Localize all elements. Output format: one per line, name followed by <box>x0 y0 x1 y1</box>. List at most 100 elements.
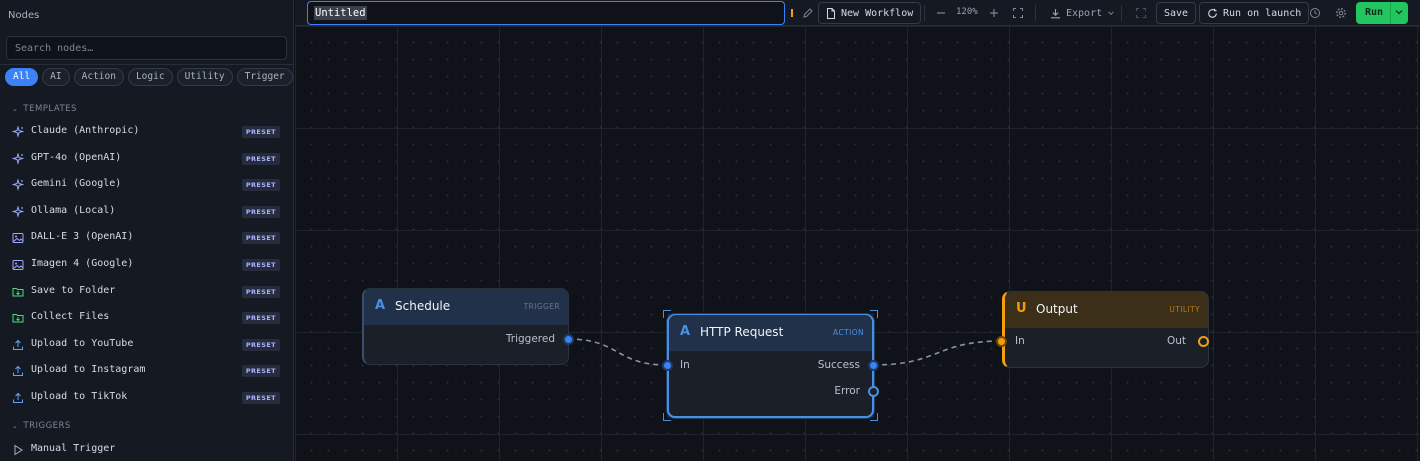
output-port-out[interactable] <box>1198 336 1209 347</box>
sidebar-node-item[interactable]: Save to Folder PRESET <box>0 279 293 305</box>
save-label: Save <box>1164 7 1189 19</box>
run-label: Run <box>1365 7 1384 18</box>
node-http-request[interactable]: A HTTP Request ACTION In Success Error <box>662 314 879 418</box>
selection-handle[interactable] <box>870 413 878 421</box>
settings-gear-icon[interactable] <box>1335 7 1347 19</box>
divider <box>1035 5 1036 21</box>
run-on-launch-toggle[interactable]: Run on launch <box>1199 2 1310 24</box>
sidebar-node-item[interactable]: Upload to TikTok PRESET <box>0 385 293 411</box>
new-workflow-button[interactable]: New Workflow <box>818 2 922 24</box>
node-category-tag: UTILITY <box>1169 305 1200 314</box>
sidebar-node-item[interactable]: Claude (Anthropic) PRESET <box>0 119 293 145</box>
input-port-in[interactable] <box>996 336 1007 347</box>
sidebar-node-item[interactable]: Gemini (Google) PRESET <box>0 172 293 198</box>
sidebar-title: Nodes <box>8 10 40 21</box>
fullscreen-icon[interactable] <box>1135 7 1147 19</box>
fit-view-icon[interactable] <box>1012 7 1024 19</box>
preset-badge: PRESET <box>241 259 280 271</box>
input-port-in[interactable] <box>662 360 673 371</box>
category-filters: All AI Action Logic Utility Trigger <box>5 68 293 86</box>
preset-badge: PRESET <box>241 338 280 351</box>
history-icon[interactable] <box>1309 7 1321 19</box>
export-button[interactable]: Export <box>1043 2 1122 24</box>
sidebar-node-label: Collect Files <box>31 311 110 323</box>
folder-icon <box>12 287 24 297</box>
preset-badge: PRESET <box>241 205 280 218</box>
upload-icon <box>13 392 23 403</box>
filter-chip-logic[interactable]: Logic <box>127 68 173 86</box>
section-header-templates[interactable]: ⌄ TEMPLATES <box>12 104 77 114</box>
node-type-icon: A <box>375 298 386 313</box>
sparkles-icon <box>12 126 24 138</box>
sidebar-node-label: Imagen 4 (Google) <box>31 258 134 269</box>
sidebar-node-label: Manual Trigger <box>31 443 116 454</box>
export-label: Export <box>1066 7 1103 19</box>
sidebar-node-item[interactable]: Upload to Instagram PRESET <box>0 358 293 384</box>
output-port-success[interactable] <box>868 360 879 371</box>
node-category-tag: ACTION <box>833 328 864 337</box>
workflow-title-input[interactable] <box>307 1 785 25</box>
selection-handle[interactable] <box>870 310 878 318</box>
sidebar-node-label: Save to Folder <box>31 284 116 296</box>
filter-chip-trigger[interactable]: Trigger <box>236 68 293 86</box>
search-nodes-input[interactable] <box>6 36 287 60</box>
run-button[interactable]: Run <box>1356 2 1408 24</box>
sidebar-node-item[interactable]: GPT-4o (OpenAI) PRESET <box>0 146 293 172</box>
play-icon <box>14 444 23 456</box>
top-toolbar: Untitled New Workflow 120% Export Save <box>295 0 1420 26</box>
zoom-in-icon[interactable] <box>988 7 1000 19</box>
section-label: TRIGGERS <box>23 421 71 431</box>
preset-badge: PRESET <box>241 312 280 325</box>
filter-chip-all[interactable]: All <box>5 68 39 86</box>
save-button[interactable]: Save <box>1156 2 1197 24</box>
section-header-triggers[interactable]: ⌄ TRIGGERS <box>12 421 71 431</box>
node-header[interactable]: A Schedule TRIGGER <box>364 289 568 325</box>
selection-handle[interactable] <box>663 310 671 318</box>
filter-chip-utility[interactable]: Utility <box>176 68 233 86</box>
node-header[interactable]: A HTTP Request ACTION <box>669 315 872 351</box>
chevron-down-icon <box>1108 11 1114 16</box>
sparkles-icon <box>12 179 24 192</box>
port-label-in: In <box>680 359 690 371</box>
preset-badge: PRESET <box>241 392 280 404</box>
sidebar-node-item[interactable]: Imagen 4 (Google) PRESET <box>0 252 293 278</box>
image-icon <box>12 233 24 244</box>
sidebar-node-item[interactable]: Upload to YouTube PRESET <box>0 332 293 358</box>
chevron-down-icon: ⌄ <box>12 105 19 113</box>
preset-badge: PRESET <box>241 232 280 245</box>
port-label-success: Success <box>817 359 860 371</box>
divider <box>0 64 293 65</box>
selection-handle[interactable] <box>663 413 671 421</box>
run-on-launch-label: Run on launch <box>1223 7 1302 19</box>
node-schedule[interactable]: A Schedule TRIGGER Triggered <box>362 288 574 365</box>
sidebar-node-item[interactable]: Collect Files PRESET <box>0 305 293 331</box>
node-type-icon: U <box>1016 301 1027 316</box>
divider <box>1121 5 1122 21</box>
sidebar-node-label: Ollama (Local) <box>31 204 116 216</box>
filter-chip-ai[interactable]: AI <box>42 68 70 86</box>
output-port-error[interactable] <box>868 386 879 397</box>
filter-chip-action[interactable]: Action <box>73 68 124 86</box>
node-output[interactable]: U Output UTILITY In Out <box>996 291 1209 368</box>
node-category-tag: TRIGGER <box>523 302 560 311</box>
new-workflow-label: New Workflow <box>841 7 914 19</box>
sidebar-node-item[interactable]: Ollama (Local) PRESET <box>0 199 293 225</box>
sidebar-node-label: Claude (Anthropic) <box>31 125 140 136</box>
preset-badge: PRESET <box>241 285 280 298</box>
folder-icon <box>12 314 24 323</box>
node-library-sidebar: Nodes All AI Action Logic Utility Trigge… <box>0 0 294 461</box>
port-label-out: Out <box>1166 335 1186 347</box>
sidebar-node-label: DALL-E 3 (OpenAI) <box>31 231 134 243</box>
chevron-down-icon[interactable] <box>1394 7 1404 17</box>
zoom-out-icon[interactable] <box>935 7 947 19</box>
sidebar-node-item[interactable]: Manual Trigger <box>0 437 293 461</box>
output-port-triggered[interactable] <box>563 334 574 345</box>
edit-icon[interactable] <box>802 7 814 19</box>
node-header[interactable]: U Output UTILITY <box>1005 292 1208 328</box>
port-label-triggered: Triggered <box>505 333 555 345</box>
refresh-icon <box>1208 8 1217 18</box>
preset-badge: PRESET <box>241 126 280 138</box>
divider <box>1390 2 1391 24</box>
sparkles-icon <box>12 205 24 218</box>
sidebar-node-item[interactable]: DALL-E 3 (OpenAI) PRESET <box>0 225 293 251</box>
